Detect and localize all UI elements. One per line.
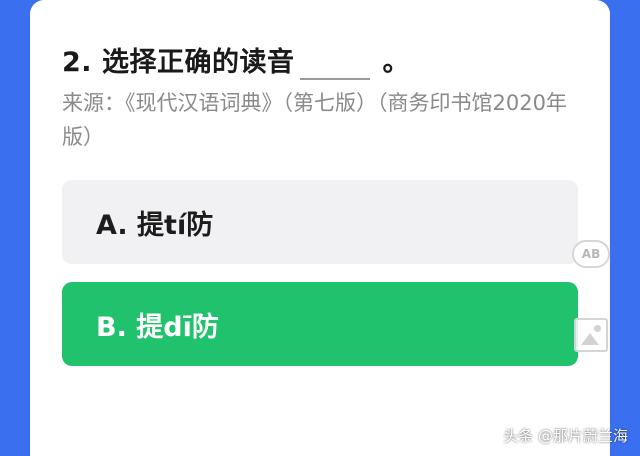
answer-blank: [300, 47, 371, 80]
option-b-label: B. 提dī防: [96, 311, 219, 343]
option-a-label: A. 提tí防: [96, 209, 214, 241]
question-text: 2. 选择正确的读音: [62, 47, 295, 78]
translate-ab-icon[interactable]: AB: [572, 240, 610, 268]
option-b[interactable]: B. 提dī防: [62, 282, 578, 366]
question-end-mark: 。: [382, 47, 410, 78]
question-source: 来源：《现代汉语词典》（第七版）（商务印书馆2020年版）: [62, 91, 567, 149]
image-icon[interactable]: [574, 318, 608, 352]
watermark: 头条 @那片蔚兰海: [503, 427, 628, 445]
option-a[interactable]: A. 提tí防: [62, 180, 578, 264]
question-title: 2. 选择正确的读音 。: [62, 40, 410, 80]
